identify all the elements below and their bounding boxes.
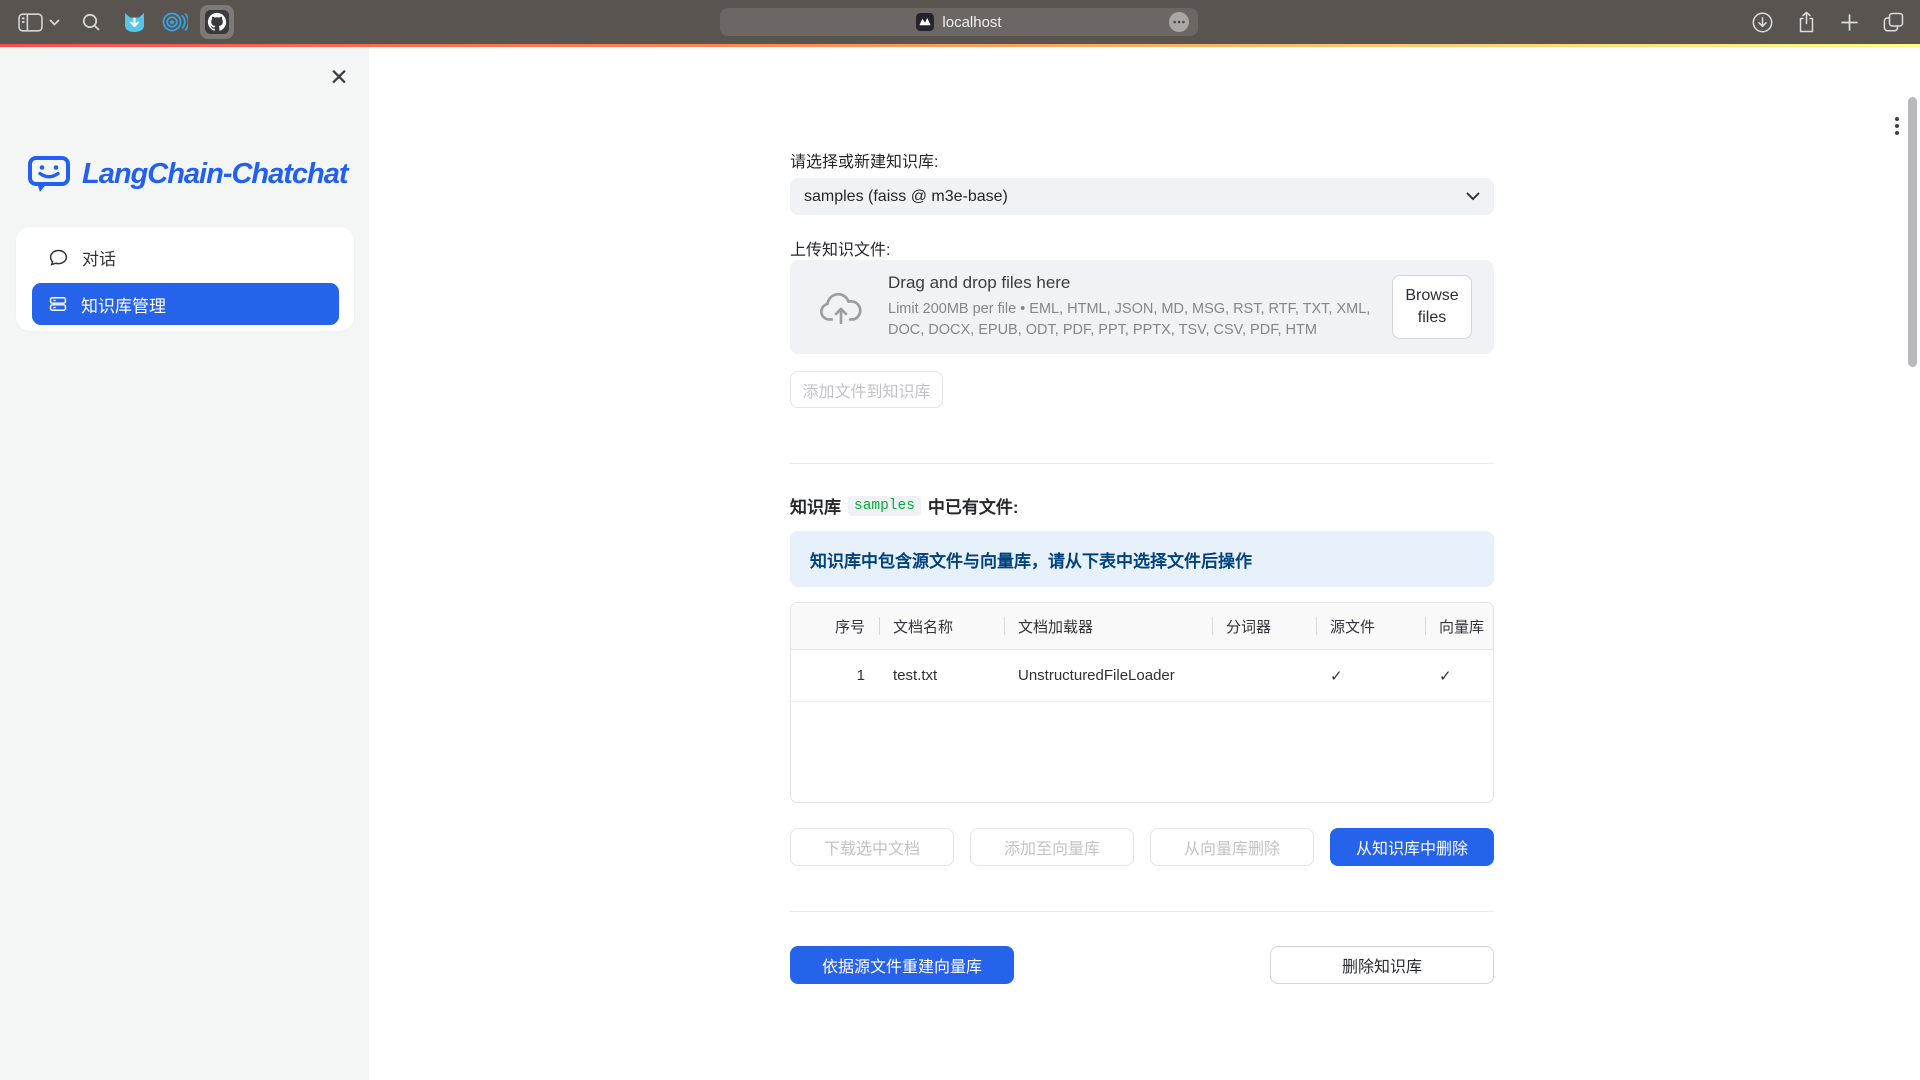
scrollbar-thumb[interactable] — [1908, 97, 1917, 367]
delete-from-vector-store-button[interactable]: 从向量库删除 — [1150, 828, 1314, 866]
column-header-source-file[interactable]: 源文件 — [1316, 616, 1425, 637]
cell-index: 1 — [791, 667, 879, 684]
table-row[interactable]: 1 test.txt UnstructuredFileLoader ✓ ✓ — [791, 650, 1493, 702]
search-icon[interactable] — [82, 13, 101, 32]
dropzone-limits: Limit 200MB per file • EML, HTML, JSON, … — [888, 299, 1374, 340]
sidebar-toggle-icon[interactable] — [18, 13, 43, 32]
sidebar-item-label: 对话 — [82, 245, 116, 270]
table-header: 序号 文档名称 文档加载器 分词器 源文件 向量库 — [791, 603, 1493, 650]
app-logo-text: LangChain-Chatchat — [82, 158, 348, 191]
app-sidebar: ✕ LangChain-Chatchat — [0, 47, 369, 1080]
sidebar-chevron-down-icon[interactable] — [49, 19, 60, 26]
kb-select-value: samples (faiss @ m3e-base) — [804, 188, 1466, 206]
address-url: localhost — [942, 14, 1001, 31]
file-dropzone[interactable]: Drag and drop files here Limit 200MB per… — [790, 260, 1494, 354]
kb-files-heading-prefix: 知识库 — [790, 493, 841, 518]
add-to-vector-store-button[interactable]: 添加至向量库 — [970, 828, 1134, 866]
sidebar-item-knowledge-base[interactable]: 知识库管理 — [32, 283, 339, 325]
app-logo: LangChain-Chatchat — [27, 154, 348, 194]
column-header-doc-name[interactable]: 文档名称 — [879, 616, 1004, 637]
column-header-loader[interactable]: 文档加载器 — [1004, 616, 1212, 637]
cell-loader: UnstructuredFileLoader — [1004, 667, 1212, 684]
tab-overview-icon[interactable] — [1883, 12, 1904, 32]
column-header-index[interactable]: 序号 — [791, 616, 879, 637]
kb-files-heading-suffix: 中已有文件: — [928, 493, 1019, 518]
divider — [790, 463, 1494, 464]
kb-files-table: 序号 文档名称 文档加载器 分词器 源文件 向量库 1 test.txt Uns… — [790, 602, 1494, 803]
sidebar-close-button[interactable]: ✕ — [323, 61, 355, 93]
browser-toolbar: localhost — [0, 0, 1920, 44]
share-icon[interactable] — [1797, 11, 1816, 34]
new-tab-icon[interactable] — [1840, 13, 1859, 32]
chevron-down-icon — [1466, 192, 1480, 201]
database-icon — [48, 294, 68, 314]
cloud-upload-icon — [818, 287, 864, 327]
kebab-menu-icon[interactable] — [1888, 113, 1906, 139]
dropzone-text: Drag and drop files here Limit 200MB per… — [888, 273, 1392, 340]
kb-name-code-chip: samples — [848, 496, 921, 516]
delete-kb-button[interactable]: 删除知识库 — [1270, 946, 1494, 984]
dropzone-title: Drag and drop files here — [888, 273, 1374, 293]
sidebar-item-label: 知识库管理 — [81, 292, 166, 317]
kb-files-heading: 知识库 samples 中已有文件: — [790, 493, 1019, 518]
download-selected-button[interactable]: 下载选中文档 — [790, 828, 954, 866]
row-action-buttons: 下载选中文档 添加至向量库 从向量库删除 从知识库中删除 — [790, 828, 1494, 866]
main-content: 请选择或新建知识库: samples (faiss @ m3e-base) 上传… — [790, 47, 1494, 1080]
cell-source-check: ✓ — [1316, 667, 1425, 685]
toolbar-right-group — [1752, 0, 1904, 44]
signal-extension-icon[interactable] — [162, 11, 188, 33]
sidebar-item-dialogue[interactable]: 对话 — [32, 237, 339, 277]
cell-vector-check: ✓ — [1425, 667, 1493, 685]
delete-from-kb-button[interactable]: 从知识库中删除 — [1330, 828, 1494, 866]
browser-window: localhost ✕ — [0, 0, 1920, 1080]
upload-label: 上传知识文件: — [790, 236, 890, 260]
info-alert: 知识库中包含源文件与向量库，请从下表中选择文件后操作 — [790, 531, 1494, 587]
cat-download-extension-icon[interactable] — [123, 12, 146, 33]
column-header-vector-store[interactable]: 向量库 — [1425, 616, 1493, 637]
rebuild-vector-store-button[interactable]: 依据源文件重建向量库 — [790, 946, 1014, 984]
kb-select-label: 请选择或新建知识库: — [790, 148, 938, 172]
sidebar-nav: 对话 知识库管理 — [16, 227, 354, 331]
downloads-icon[interactable] — [1752, 12, 1773, 33]
kb-select[interactable]: samples (faiss @ m3e-base) — [790, 178, 1494, 215]
chat-bubble-icon — [48, 247, 69, 268]
kb-action-buttons: 依据源文件重建向量库 删除知识库 — [790, 946, 1494, 984]
add-files-to-kb-button[interactable]: 添加文件到知识库 — [790, 371, 943, 408]
divider — [790, 911, 1494, 912]
cell-doc-name: test.txt — [879, 667, 1004, 684]
site-favicon — [916, 13, 934, 31]
page-options-icon[interactable] — [1168, 11, 1190, 33]
column-header-splitter[interactable]: 分词器 — [1212, 616, 1316, 637]
address-bar[interactable]: localhost — [720, 8, 1198, 36]
chat-bubble-logo-icon — [27, 154, 71, 194]
toolbar-left-group — [18, 0, 248, 44]
browse-files-button[interactable]: Browse files — [1392, 275, 1472, 339]
github-extension-icon[interactable] — [200, 5, 234, 39]
info-alert-text: 知识库中包含源文件与向量库，请从下表中选择文件后操作 — [810, 547, 1252, 572]
page-content: ✕ LangChain-Chatchat — [0, 47, 1920, 1080]
